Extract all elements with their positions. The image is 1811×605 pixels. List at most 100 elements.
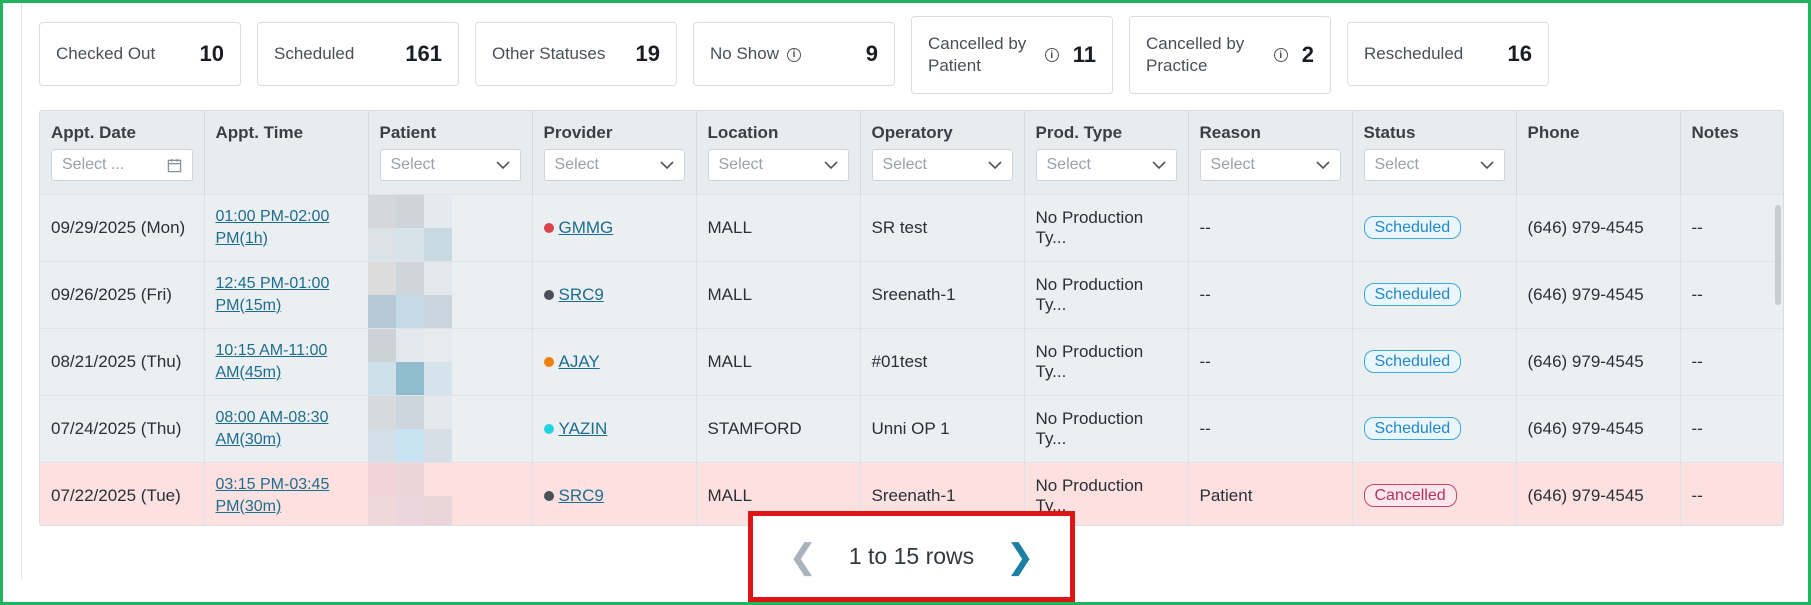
appt-time-link[interactable]: 01:00 PM-02:00 PM(1h) [216, 208, 330, 247]
appt-time-end: PM(15m) [215, 296, 282, 314]
appt-time-link[interactable]: 08:00 AM-08:30 AM(30m) [216, 409, 329, 448]
appt-time-cell: 01:00 PM-02:00 PM(1h) [204, 193, 369, 261]
stat-card-other-statuses[interactable]: Other Statuses 19 [475, 22, 677, 86]
blur-tile [423, 294, 452, 328]
col-prod-type: Prod. Type Select [1024, 111, 1189, 194]
provider-cell: AJAY [532, 327, 697, 395]
info-icon[interactable]: i [786, 47, 801, 62]
appt-time-link[interactable]: 12:45 PM-01:00 PM(15m) [216, 275, 330, 314]
status-badge: Scheduled [1363, 283, 1462, 306]
operatory-cell: Sreenath-1 [860, 260, 1025, 328]
stat-value: 2 [1301, 42, 1314, 67]
stat-label: Other Statuses [492, 44, 606, 63]
status-cell: Scheduled [1352, 394, 1517, 462]
appt-time-start: 08:00 AM-08:30 [215, 408, 329, 426]
column-title: Appt. Date [51, 123, 136, 142]
column-title: Operatory [871, 123, 953, 142]
status-badge: Cancelled [1363, 484, 1457, 508]
blur-tile [395, 227, 424, 261]
blur-tile [395, 361, 424, 395]
filter-placeholder: Select [1046, 156, 1091, 173]
blur-tile [367, 261, 396, 295]
provider-link[interactable]: AJAY [559, 352, 600, 371]
pagination: ❮ 1 to 15 rows ❯ [748, 511, 1075, 602]
provider-cell: SRC9 [532, 260, 697, 328]
stat-card-cancelled-by-practice[interactable]: Cancelled by Practice i 2 [1129, 16, 1331, 94]
notes-cell: -- [1680, 461, 1783, 525]
date-filter-input[interactable]: Select ... [51, 149, 193, 181]
stat-label: No Show i [710, 43, 866, 65]
provider-link[interactable]: SRC9 [559, 285, 604, 304]
prod-type-cell: No Production Ty... [1024, 327, 1189, 395]
stat-card-rescheduled[interactable]: Rescheduled 16 [1347, 22, 1549, 86]
table-row[interactable]: 08/21/2025 (Thu) 10:15 AM-11:00 AM(45m) A… [40, 327, 1783, 395]
status-cell: Scheduled [1352, 260, 1517, 328]
prod-type-filter-select[interactable]: Select [1035, 149, 1177, 181]
provider-link[interactable]: GMMG [559, 218, 614, 237]
stat-value: 19 [635, 41, 660, 66]
patient-name-redacted [367, 261, 452, 328]
blur-tile [395, 395, 424, 429]
blur-tile [423, 227, 452, 261]
appt-time-link[interactable]: 03:15 PM-03:45 PM(30m) [216, 476, 330, 515]
status-badge: Scheduled [1363, 350, 1462, 373]
status-cell: Scheduled [1352, 327, 1517, 395]
chevron-down-icon [659, 160, 674, 169]
appt-time-link[interactable]: 10:15 AM-11:00 AM(45m) [216, 342, 328, 381]
location-filter-select[interactable]: Select [707, 149, 849, 181]
chevron-right-icon[interactable]: ❯ [1000, 540, 1040, 574]
col-status: Status Select [1352, 111, 1517, 194]
blur-tile [367, 428, 396, 462]
stat-value: 10 [199, 41, 224, 66]
prod-type-cell: No Production Ty... [1024, 193, 1189, 261]
patient-filter-select[interactable]: Select [379, 149, 521, 181]
column-title: Prod. Type [1035, 123, 1123, 142]
table-row[interactable]: 09/26/2025 (Fri) 12:45 PM-01:00 PM(15m) S… [40, 260, 1783, 328]
appt-time-start: 12:45 PM-01:00 [215, 274, 330, 292]
column-title: Phone [1527, 123, 1580, 142]
stat-card-checked-out[interactable]: Checked Out 10 [39, 22, 241, 86]
blur-tile [423, 428, 452, 462]
blur-tile [395, 428, 424, 462]
blur-tile [395, 261, 424, 295]
provider-color-dot [543, 491, 554, 502]
patient-name-redacted [367, 328, 452, 395]
appt-time-end: PM(30m) [215, 497, 282, 515]
stat-card-scheduled[interactable]: Scheduled 161 [257, 22, 459, 86]
blur-tile [423, 194, 452, 228]
reason-cell: -- [1188, 327, 1353, 395]
stat-card-cancelled-by-patient[interactable]: Cancelled by Patient i 11 [911, 16, 1113, 94]
filter-placeholder: Select ... [62, 156, 125, 173]
column-title: Notes [1691, 123, 1739, 142]
blur-tile [423, 361, 452, 395]
info-icon[interactable]: i [1273, 48, 1288, 62]
info-icon[interactable]: i [1044, 48, 1059, 62]
scrollbar-thumb[interactable] [1775, 205, 1781, 305]
status-filter-select[interactable]: Select [1363, 149, 1505, 181]
patient-name-redacted [367, 194, 452, 261]
patient-cell [367, 394, 533, 462]
stat-card-no-show[interactable]: No Show i 9 [693, 22, 895, 86]
blur-tile [367, 194, 396, 228]
table-row[interactable]: 09/29/2025 (Mon) 01:00 PM-02:00 PM(1h) GM… [40, 193, 1783, 261]
provider-link[interactable]: SRC9 [559, 486, 604, 505]
operatory-filter-select[interactable]: Select [871, 149, 1013, 181]
phone-cell: (646) 979-4545 [1516, 193, 1681, 261]
left-divider [21, 0, 22, 580]
chevron-down-icon [987, 160, 1002, 169]
provider-link[interactable]: YAZIN [559, 419, 608, 438]
stat-label: Scheduled [274, 44, 355, 63]
stat-label: Cancelled by Patient [928, 34, 1027, 75]
patient-cell [367, 260, 533, 328]
provider-filter-select[interactable]: Select [543, 149, 685, 181]
reason-cell: -- [1188, 260, 1353, 328]
chevron-down-icon [1315, 160, 1330, 169]
chevron-left-icon[interactable]: ❮ [783, 540, 823, 574]
provider-cell: YAZIN [532, 394, 697, 462]
provider-cell: SRC9 [532, 461, 697, 525]
table-scrollbar[interactable] [1774, 195, 1782, 525]
appt-time-start: 01:00 PM-02:00 [215, 207, 330, 225]
table-row[interactable]: 07/24/2025 (Thu) 08:00 AM-08:30 AM(30m) Y… [40, 394, 1783, 462]
reason-filter-select[interactable]: Select [1199, 149, 1341, 181]
appt-date-cell: 09/26/2025 (Fri) [40, 260, 205, 328]
